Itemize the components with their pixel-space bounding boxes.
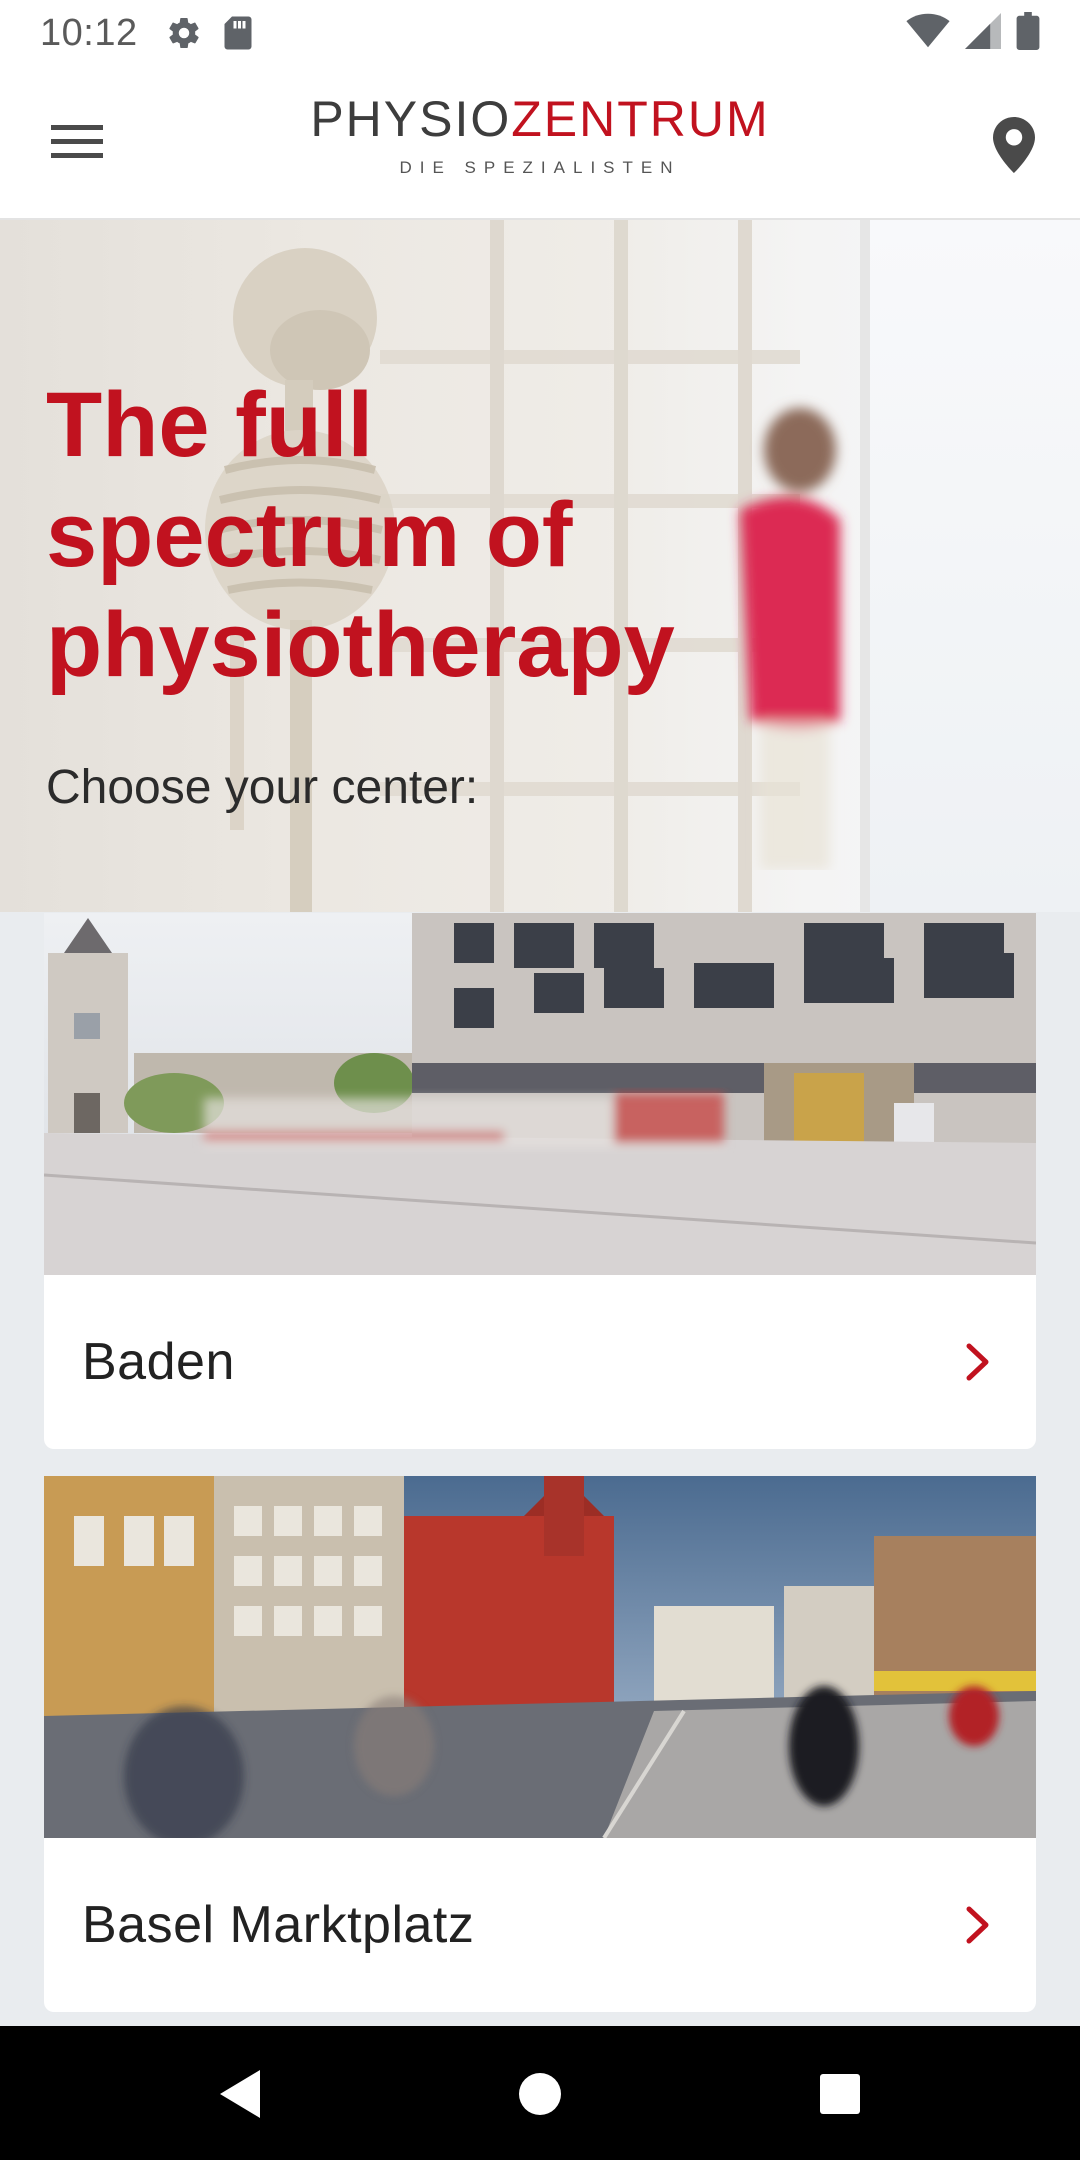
location-pin-icon[interactable]	[984, 110, 1044, 180]
back-triangle-icon[interactable]	[208, 2062, 272, 2126]
center-image-baden	[44, 913, 1036, 1275]
logo-tagline: DIE SPEZIALISTEN	[399, 158, 681, 177]
brand-logo[interactable]: PHYSIO ZENTRUM DIE SPEZIALISTEN	[0, 94, 1080, 178]
hero-subtitle: Choose your center:	[46, 761, 479, 814]
status-bar: 10:12	[0, 0, 1080, 66]
system-navigation-bar	[0, 2026, 1080, 2160]
hero-banner: The full spectrum of physiotherapy Choos…	[0, 220, 1080, 912]
gear-icon	[166, 15, 202, 51]
home-circle-icon[interactable]	[508, 2062, 572, 2126]
center-image-basel-marktplatz	[44, 1476, 1036, 1838]
chevron-right-icon[interactable]	[958, 1902, 998, 1948]
wifi-icon	[906, 13, 950, 54]
status-time: 10:12	[40, 11, 138, 54]
app-header: PHYSIO ZENTRUM DIE SPEZIALISTEN	[0, 66, 1080, 220]
center-card-footer-basel-marktplatz: Basel Marktplatz	[44, 1838, 1036, 2012]
logo-zentrum-text: ZENTRUM	[511, 91, 770, 147]
center-card-footer-baden: Baden	[44, 1275, 1036, 1449]
center-card-baden[interactable]: Baden	[44, 913, 1036, 1449]
center-name-baden: Baden	[82, 1333, 235, 1391]
center-name-basel-marktplatz: Basel Marktplatz	[82, 1896, 475, 1954]
cell-signal-icon	[964, 12, 1002, 54]
center-card-basel-marktplatz[interactable]: Basel Marktplatz	[44, 1476, 1036, 2012]
logo-physio-text: PHYSIO	[310, 91, 512, 147]
battery-icon	[1016, 11, 1040, 55]
hero-title: The full spectrum of physiotherapy	[46, 374, 675, 696]
chevron-right-icon[interactable]	[958, 1339, 998, 1385]
status-right-icons	[906, 11, 1040, 55]
sd-card-icon	[222, 15, 254, 51]
recents-square-icon[interactable]	[808, 2062, 872, 2126]
hero-window-background	[860, 220, 1080, 912]
